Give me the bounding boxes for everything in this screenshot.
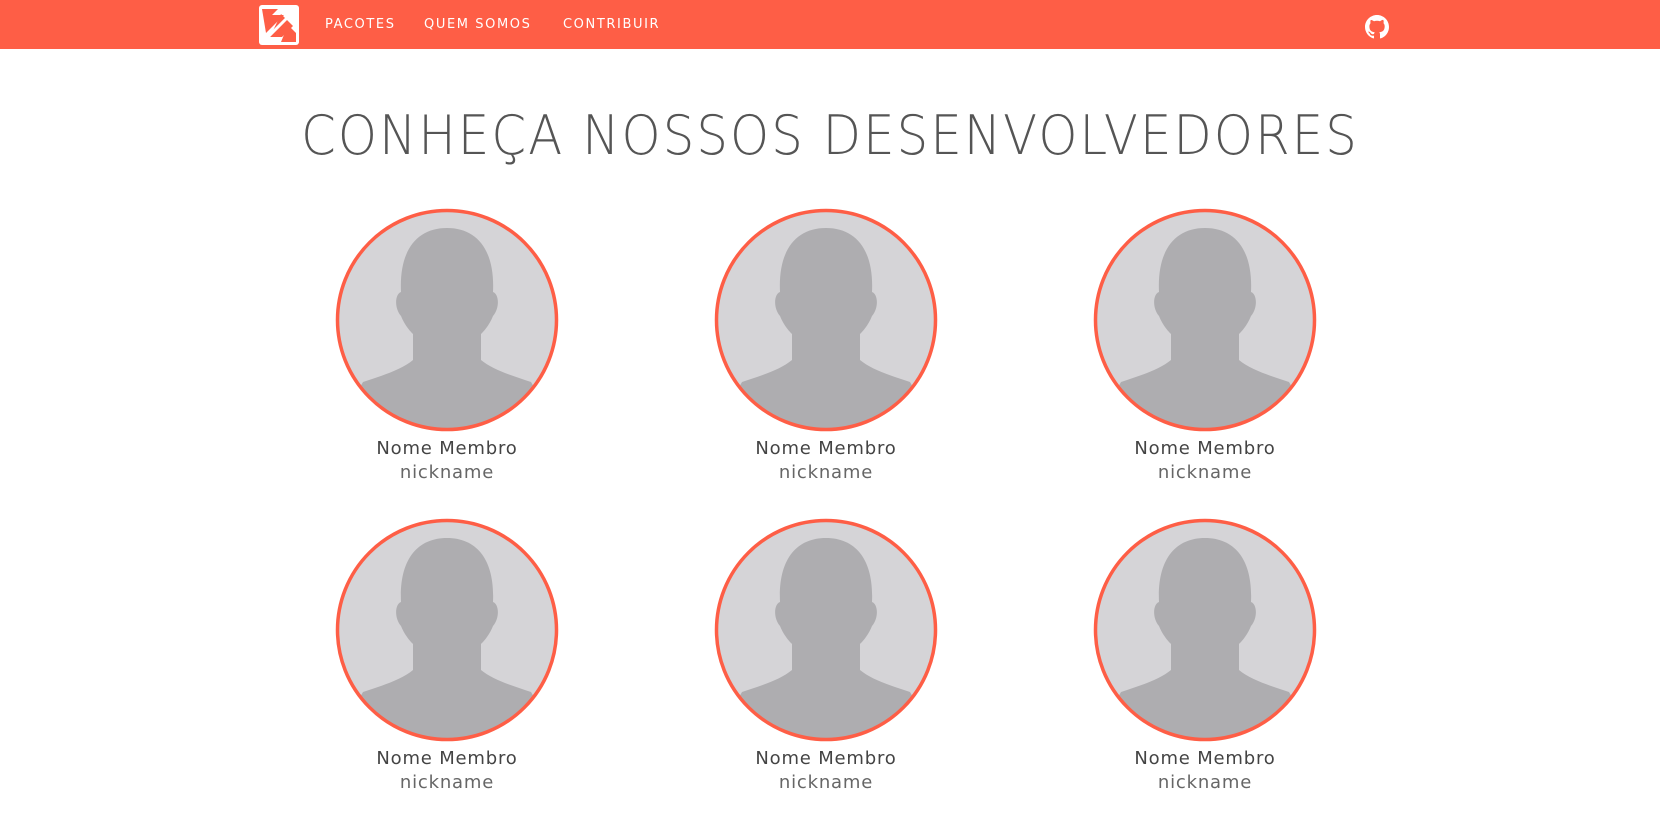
avatar-placeholder-icon — [335, 518, 559, 742]
top-navbar: PACOTES QUEM SOMOS CONTRIBUIR — [0, 0, 1660, 49]
member-name: Nome Membro — [1134, 748, 1276, 769]
member-card: Nome Membro nickname — [1085, 518, 1325, 808]
member-card: Nome Membro nickname — [327, 208, 567, 498]
avatar-placeholder-icon — [1093, 518, 1317, 742]
member-name: Nome Membro — [755, 438, 897, 459]
member-nickname: nickname — [1157, 772, 1253, 793]
member-nickname: nickname — [1157, 462, 1253, 483]
member-name: Nome Membro — [755, 748, 897, 769]
logo-icon[interactable] — [259, 5, 299, 45]
member-name: Nome Membro — [1134, 438, 1276, 459]
member-nickname: nickname — [778, 462, 874, 483]
avatar-placeholder-icon — [1093, 208, 1317, 432]
member-name: Nome Membro — [376, 748, 518, 769]
member-card: Nome Membro nickname — [1085, 208, 1325, 498]
member-nickname: nickname — [399, 772, 495, 793]
avatar-placeholder-icon — [335, 208, 559, 432]
github-icon[interactable] — [1365, 15, 1389, 39]
member-nickname: nickname — [778, 772, 874, 793]
member-card: Nome Membro nickname — [706, 518, 946, 808]
page-title: CONHEÇA NOSSOS DESENVOLVEDORES — [301, 104, 1359, 167]
nav-link-pacotes[interactable]: PACOTES — [325, 16, 396, 33]
nav-link-contribuir[interactable]: CONTRIBUIR — [563, 16, 660, 33]
member-nickname: nickname — [399, 462, 495, 483]
member-card: Nome Membro nickname — [706, 208, 946, 498]
member-card: Nome Membro nickname — [327, 518, 567, 808]
avatar-placeholder-icon — [714, 208, 938, 432]
member-name: Nome Membro — [376, 438, 518, 459]
nav-link-quem-somos[interactable]: QUEM SOMOS — [424, 16, 532, 33]
avatar-placeholder-icon — [714, 518, 938, 742]
